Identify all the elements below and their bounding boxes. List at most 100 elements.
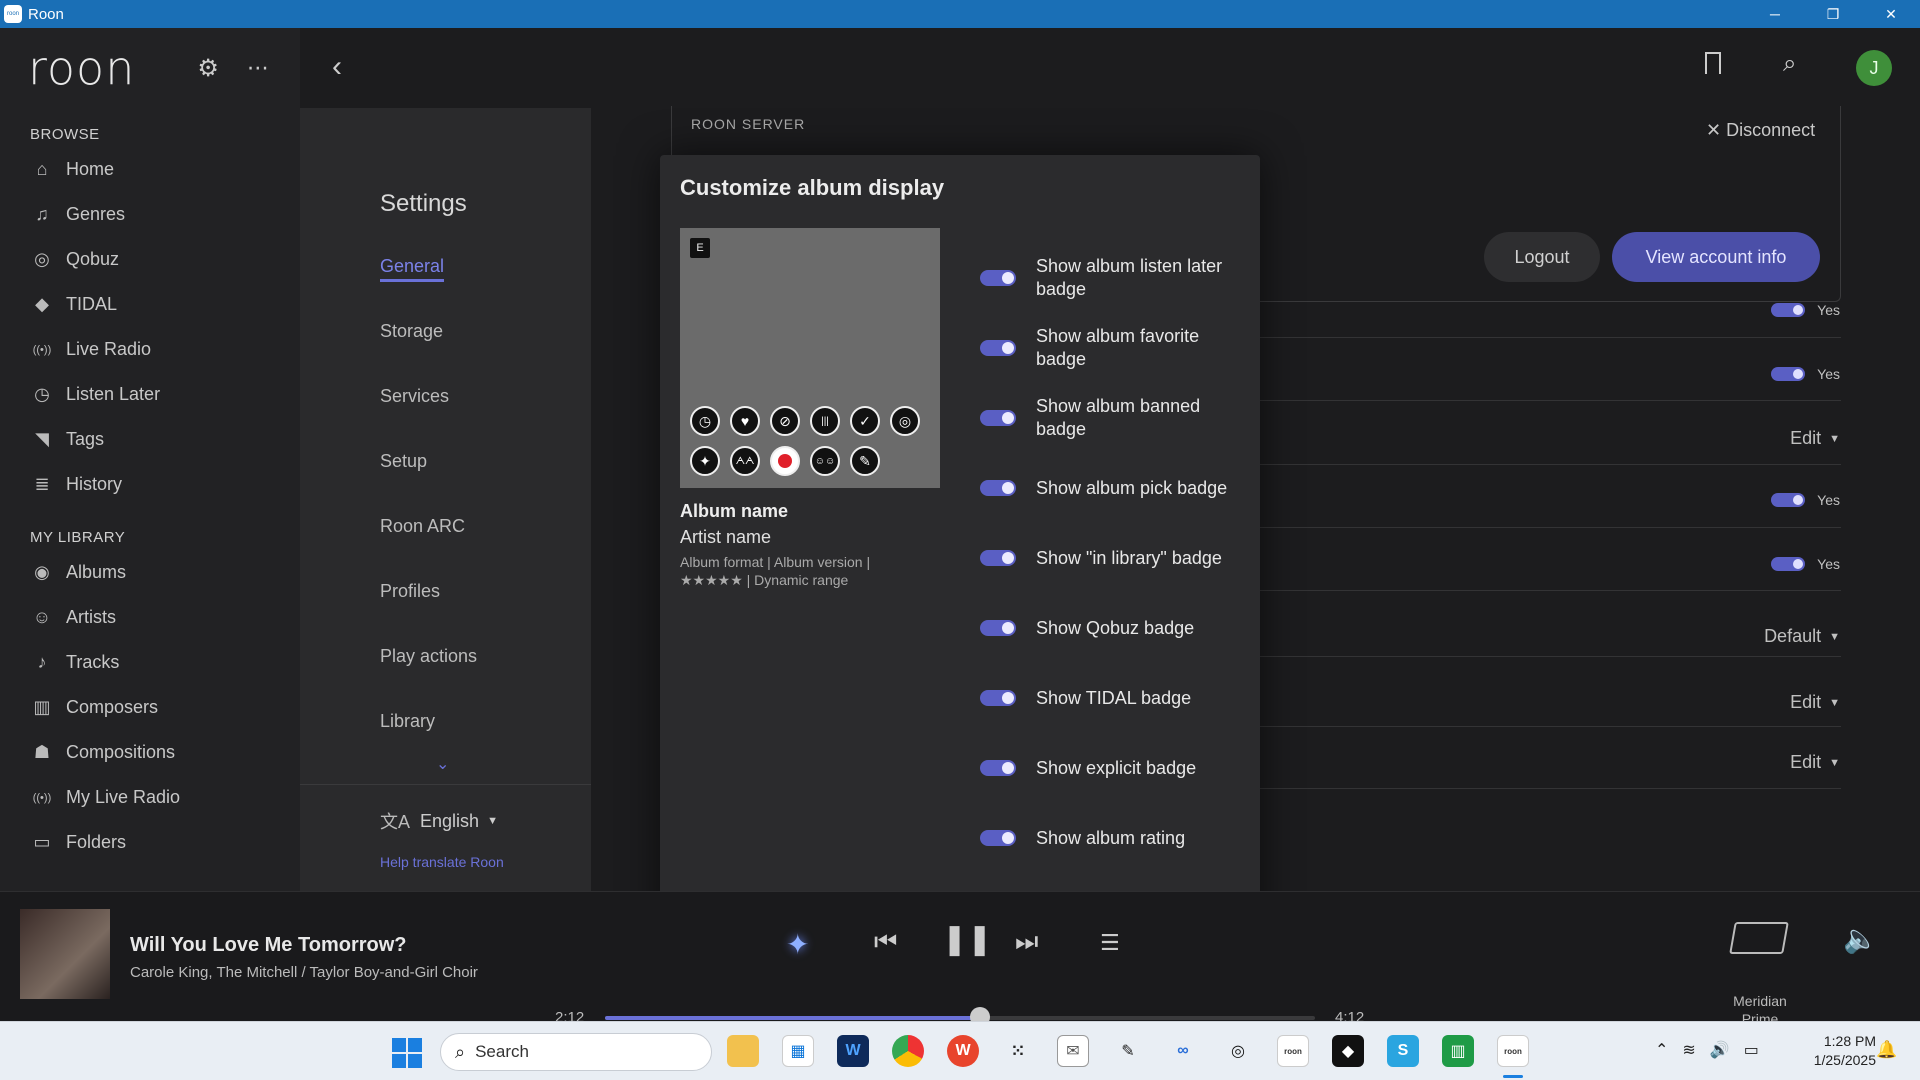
album-display-option[interactable]: Show TIDAL badge xyxy=(980,663,1240,733)
library-item-folders[interactable]: ▭ Folders xyxy=(0,820,300,865)
album-display-option[interactable]: Show album pick badge xyxy=(980,453,1240,523)
sidebar-item-genres[interactable]: ♫ Genres xyxy=(0,192,300,237)
roon-app-icon: roon xyxy=(4,5,22,23)
album-display-option[interactable]: Show album listen later badge xyxy=(980,243,1240,313)
taskbar-search[interactable]: ⌕ Search xyxy=(440,1033,712,1071)
toggle-switch[interactable] xyxy=(980,620,1016,636)
clock[interactable]: 1:28 PM 1/25/2025 xyxy=(1790,1032,1876,1070)
pen-icon[interactable]: ✎ xyxy=(1112,1035,1144,1067)
link-app-icon[interactable]: ∞ xyxy=(1167,1035,1199,1067)
sidebar-item-history[interactable]: ≣ History xyxy=(0,462,300,507)
app-grid-icon[interactable]: ⁙ xyxy=(1002,1035,1034,1067)
settings-tab-general[interactable]: General xyxy=(380,256,477,321)
toggle-switch[interactable] xyxy=(980,270,1016,286)
next-icon[interactable]: ⏭ xyxy=(1015,926,1038,958)
toggle-switch[interactable] xyxy=(980,830,1016,846)
chevron-up-icon[interactable]: ⌃ xyxy=(1655,1040,1668,1060)
sidebar-item-tidal[interactable]: ◆ TIDAL xyxy=(0,282,300,327)
setting-dropdown[interactable]: Edit ▼ xyxy=(1790,692,1840,713)
wifi-icon[interactable]: ≋ xyxy=(1682,1040,1695,1060)
track-artist[interactable]: Carole King, The Mitchell / Taylor Boy-a… xyxy=(130,964,478,981)
settings-tab-profiles[interactable]: Profiles xyxy=(380,581,477,646)
sidebar-item-live-radio[interactable]: ((•)) Live Radio xyxy=(0,327,300,372)
album-display-option[interactable]: Show album favorite badge xyxy=(980,313,1240,383)
settings-tab-services[interactable]: Services xyxy=(380,386,477,451)
setting-toggle[interactable]: Yes xyxy=(1771,302,1840,318)
toggle-switch[interactable] xyxy=(980,410,1016,426)
settings-tab-setup[interactable]: Setup xyxy=(380,451,477,516)
album-display-option[interactable]: Show "in library" badge xyxy=(980,523,1240,593)
chrome-icon[interactable] xyxy=(892,1035,924,1067)
setting-toggle[interactable]: Yes xyxy=(1771,556,1840,572)
roon-taskbar-icon[interactable]: roon xyxy=(1277,1035,1309,1067)
setting-dropdown[interactable]: Edit ▼ xyxy=(1790,752,1840,773)
more-options-icon[interactable]: ⋯ xyxy=(247,55,271,81)
battery-icon[interactable]: ▭ xyxy=(1744,1040,1759,1060)
close-button[interactable]: ✕ xyxy=(1862,0,1920,28)
track-title[interactable]: Will You Love Me Tomorrow? xyxy=(130,934,407,957)
progress-bar[interactable] xyxy=(605,1016,1315,1020)
album-display-option[interactable]: Show album rating xyxy=(980,803,1240,873)
toggle-switch[interactable] xyxy=(980,760,1016,776)
notification-bell-icon[interactable]: 🔔 xyxy=(1876,1040,1897,1060)
settings-tab-storage[interactable]: Storage xyxy=(380,321,477,386)
library-item-my-live-radio[interactable]: ((•)) My Live Radio xyxy=(0,775,300,820)
minimize-button[interactable]: ─ xyxy=(1746,0,1804,28)
help-translate-link[interactable]: Help translate Roon xyxy=(380,854,504,870)
album-cover[interactable] xyxy=(20,909,110,999)
roon-active-taskbar-icon[interactable]: roon xyxy=(1497,1035,1529,1067)
album-display-option[interactable]: Show explicit badge xyxy=(980,733,1240,803)
settings-tab-play-actions[interactable]: Play actions xyxy=(380,646,477,711)
gear-icon[interactable]: ⚙ xyxy=(197,54,219,83)
album-display-option[interactable]: Show Qobuz badge xyxy=(980,593,1240,663)
sidebar-item-tags[interactable]: ◥ Tags xyxy=(0,417,300,462)
settings-tab-library[interactable]: Library xyxy=(380,711,477,776)
windows-start-icon[interactable] xyxy=(392,1038,422,1068)
bookmark-icon[interactable] xyxy=(1705,52,1721,74)
library-item-composers[interactable]: ▥ Composers xyxy=(0,685,300,730)
sheet-app-icon[interactable]: ▥ xyxy=(1442,1035,1474,1067)
sidebar-item-listen-later[interactable]: ◷ Listen Later xyxy=(0,372,300,417)
mail-icon[interactable]: ✉ xyxy=(1057,1035,1089,1067)
file-explorer-icon[interactable] xyxy=(727,1035,759,1067)
sidebar-item-qobuz[interactable]: ◎ Qobuz xyxy=(0,237,300,282)
setting-toggle[interactable]: Yes xyxy=(1771,366,1840,382)
back-arrow-icon[interactable]: ‹ xyxy=(332,50,342,84)
toggle-switch[interactable] xyxy=(980,480,1016,496)
qobuz-taskbar-icon[interactable]: ◎ xyxy=(1222,1035,1254,1067)
library-item-artists[interactable]: ☺ Artists xyxy=(0,595,300,640)
speaker-icon[interactable]: 🔊 xyxy=(1710,1040,1730,1060)
queue-icon[interactable]: ☰ xyxy=(1100,930,1120,956)
office-icon[interactable]: W xyxy=(947,1035,979,1067)
library-item-compositions[interactable]: ☗ Compositions xyxy=(0,730,300,775)
device-icon[interactable] xyxy=(1729,922,1789,954)
volume-icon[interactable]: 🔈 xyxy=(1843,922,1878,955)
library-item-albums[interactable]: ◉ Albums xyxy=(0,550,300,595)
previous-icon[interactable]: ⏮ xyxy=(874,926,897,958)
tidal-taskbar-icon[interactable]: ◆ xyxy=(1332,1035,1364,1067)
s-app-icon[interactable]: S xyxy=(1387,1035,1419,1067)
toggle-switch[interactable] xyxy=(980,550,1016,566)
search-icon[interactable]: ⌕ xyxy=(1783,50,1796,78)
logout-button[interactable]: Logout xyxy=(1484,232,1600,282)
setting-dropdown[interactable]: Edit ▼ xyxy=(1790,428,1840,449)
avatar[interactable]: J xyxy=(1856,50,1892,86)
setting-dropdown[interactable]: Default ▼ xyxy=(1764,626,1840,647)
view-account-button[interactable]: View account info xyxy=(1612,232,1820,282)
radio-sparkle-icon[interactable]: ✦ xyxy=(786,928,818,960)
setting-toggle[interactable]: Yes xyxy=(1771,492,1840,508)
toggle-switch[interactable] xyxy=(980,340,1016,356)
sidebar-item-home[interactable]: ⌂ Home xyxy=(0,147,300,192)
store-icon[interactable]: ▦ xyxy=(782,1035,814,1067)
chevron-down-icon[interactable]: ⌄ xyxy=(436,754,449,774)
pick-badge-icon: ✓ xyxy=(850,406,880,436)
pause-icon[interactable]: ❚❚ xyxy=(942,922,992,957)
album-display-option[interactable]: Show album banned badge xyxy=(980,383,1240,453)
library-item-tracks[interactable]: ♪ Tracks xyxy=(0,640,300,685)
toggle-switch[interactable] xyxy=(980,690,1016,706)
maximize-button[interactable]: ❐ xyxy=(1804,0,1862,28)
disconnect-button[interactable]: ✕ Disconnect xyxy=(1706,120,1815,141)
language-select[interactable]: 文A English ▼ xyxy=(380,808,498,834)
w-app-icon[interactable]: W xyxy=(837,1035,869,1067)
settings-tab-roon-arc[interactable]: Roon ARC xyxy=(380,516,477,581)
